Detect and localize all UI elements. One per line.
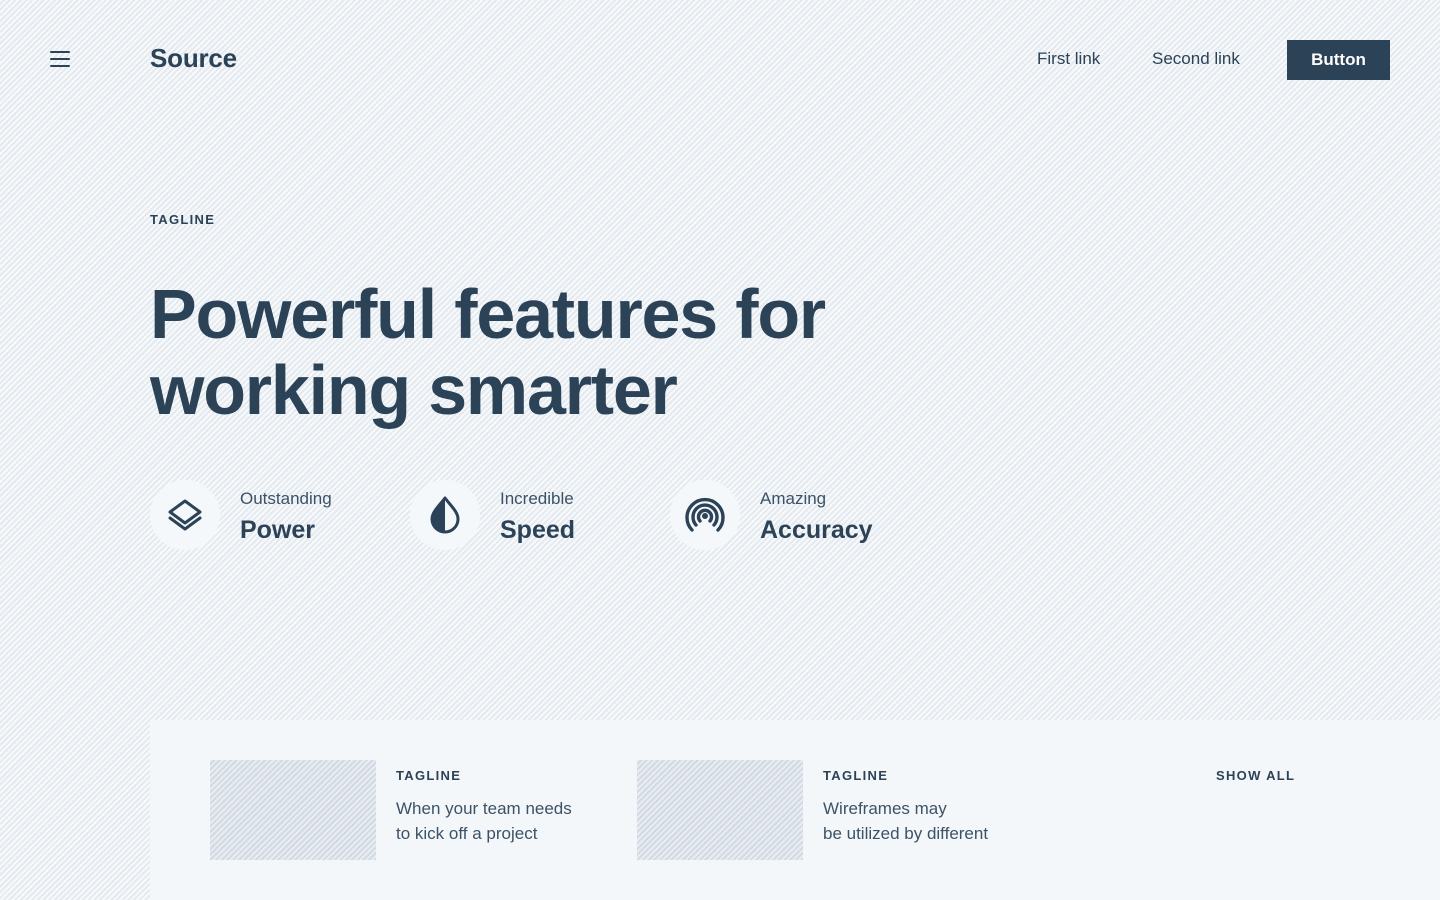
feature-label-big: Power bbox=[240, 516, 316, 544]
headline-line-2: working smarter bbox=[150, 351, 678, 429]
menu-icon-bar bbox=[50, 58, 70, 60]
card-text-line: Wireframes may bbox=[823, 799, 947, 818]
show-all-link[interactable]: SHOW ALL bbox=[1216, 768, 1295, 783]
nav-link-second[interactable]: Second link bbox=[1152, 49, 1240, 69]
feature-label-small: Amazing bbox=[760, 489, 827, 508]
feature-accuracy: Amazing Accuracy bbox=[670, 480, 910, 550]
logo[interactable]: Source bbox=[150, 43, 237, 74]
feature-label-big: Accuracy bbox=[760, 516, 873, 544]
card-thumbnail[interactable] bbox=[210, 760, 376, 860]
nav-link-first[interactable]: First link bbox=[1037, 49, 1100, 69]
feature-speed: Incredible Speed bbox=[410, 480, 650, 550]
card-text[interactable]: Wireframes may be utilized by different bbox=[823, 796, 1023, 846]
feature-label-small: Outstanding bbox=[240, 489, 332, 508]
hero-headline: Powerful features for working smarter bbox=[150, 276, 910, 428]
hero-tagline: TAGLINE bbox=[150, 212, 216, 227]
header-button[interactable]: Button bbox=[1287, 40, 1390, 80]
signal-icon bbox=[670, 480, 740, 550]
feature-label-small: Incredible bbox=[500, 489, 574, 508]
card-thumbnail[interactable] bbox=[637, 760, 803, 860]
layers-icon bbox=[150, 480, 220, 550]
card-text[interactable]: When your team needs to kick off a proje… bbox=[396, 796, 596, 846]
menu-icon[interactable] bbox=[50, 51, 70, 69]
card-tagline: TAGLINE bbox=[823, 768, 889, 783]
menu-icon-bar bbox=[50, 65, 70, 67]
cards-panel: TAGLINE When your team needs to kick off… bbox=[150, 720, 1440, 900]
card-text-line: be utilized by different bbox=[823, 824, 989, 843]
card-tagline: TAGLINE bbox=[396, 768, 462, 783]
headline-line-1: Powerful features for bbox=[150, 275, 826, 353]
card-text-line: When your team needs bbox=[396, 799, 572, 818]
feature-label-big: Speed bbox=[500, 516, 576, 544]
card-text-line: to kick off a project bbox=[396, 824, 538, 843]
feature-power: Outstanding Power bbox=[150, 480, 390, 550]
menu-icon-bar bbox=[50, 51, 70, 53]
droplet-icon bbox=[410, 480, 480, 550]
